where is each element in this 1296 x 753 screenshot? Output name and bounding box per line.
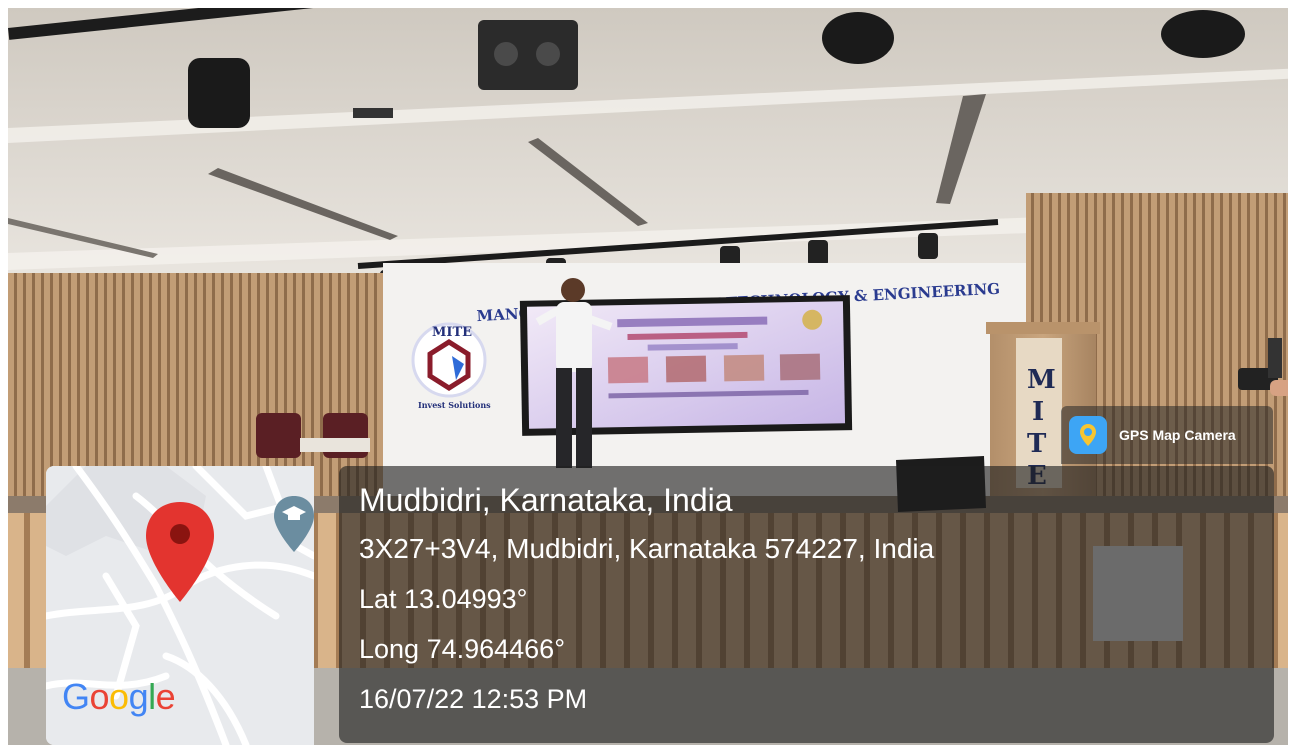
event-photo: MANGALORE INSTITUTE OF TECHNOLOGY & ENGI… bbox=[0, 0, 1296, 753]
svg-text:MITE: MITE bbox=[432, 325, 472, 340]
chair bbox=[256, 413, 301, 458]
timestamp: 16/07/22 12:53 PM bbox=[359, 684, 588, 714]
svg-text:M: M bbox=[1027, 365, 1056, 395]
gps-map-camera-app-icon bbox=[1069, 416, 1107, 454]
location-info-panel: Mudbidri, Karnataka, India 3X27+3V4, Mud… bbox=[339, 466, 1274, 743]
street-address: 3X27+3V4, Mudbidri, Karnataka 574227, In… bbox=[359, 533, 935, 564]
latitude-readout: Lat 13.04993° bbox=[359, 584, 528, 614]
stage-light bbox=[478, 20, 578, 90]
place-name: Mudbidri, Karnataka, India bbox=[359, 482, 733, 518]
map-thumbnail: Google bbox=[46, 466, 314, 745]
svg-text:Invest Solutions: Invest Solutions bbox=[418, 400, 491, 410]
svg-text:I: I bbox=[1032, 397, 1044, 427]
stage-light bbox=[822, 12, 894, 64]
stage-light bbox=[188, 58, 250, 128]
gps-app-badge: GPS Map Camera bbox=[1061, 406, 1273, 464]
longitude-readout: Long 74.964466° bbox=[359, 634, 565, 664]
google-logo: Google bbox=[62, 676, 176, 717]
stage-light bbox=[1161, 10, 1245, 58]
svg-text:T: T bbox=[1027, 429, 1047, 459]
gps-app-label: GPS Map Camera bbox=[1119, 427, 1236, 443]
